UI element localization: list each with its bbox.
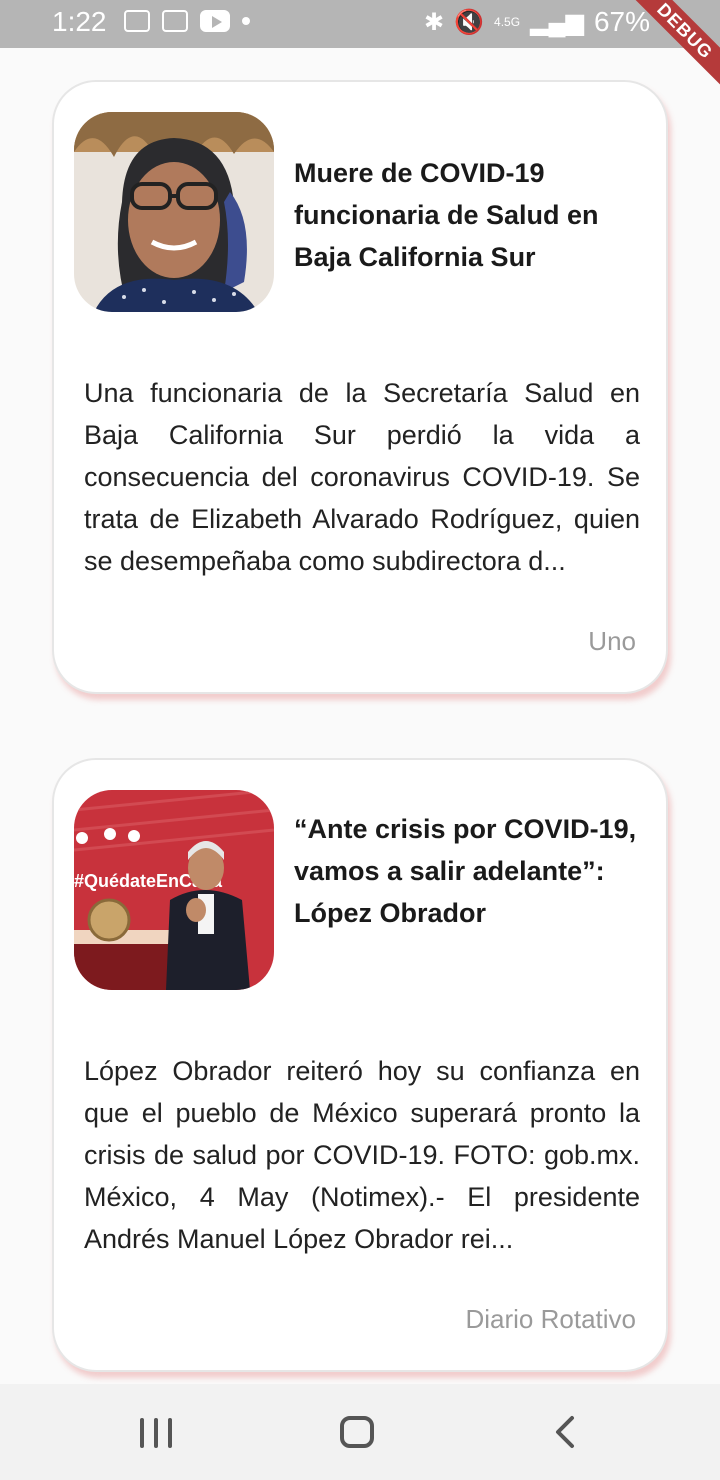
news-icon: [162, 10, 188, 32]
bluetooth-icon: ✱: [424, 8, 445, 36]
status-time: 1:22: [52, 6, 107, 37]
dot-icon: [242, 17, 250, 25]
article-title: “Ante crisis por COVID-19, vamos a salir…: [294, 814, 637, 928]
notification-icons: [124, 10, 250, 32]
article-thumbnail: [74, 112, 274, 312]
news-card[interactable]: Muere de COVID-19 funcionaria de Salud e…: [52, 80, 668, 694]
signal-icon: ▂▄▆: [530, 8, 584, 36]
article-source: Diario Rotativo: [465, 1304, 636, 1334]
home-icon[interactable]: [340, 1416, 374, 1448]
mute-icon: 🔇: [454, 8, 485, 36]
recents-icon[interactable]: [140, 1418, 172, 1448]
article-summary: López Obrador reiteró hoy su confianza e…: [84, 1056, 640, 1254]
article-summary: Una funcionaria de la Secretaría Salud e…: [84, 378, 640, 576]
system-icons: ✱ 🔇 4.5G ▂▄▆ 67%: [424, 6, 650, 38]
status-bar: 1:22 ✱ 🔇 4.5G ▂▄▆ 67% DEBUG: [0, 0, 720, 94]
battery-level: 67%: [593, 6, 650, 37]
article-thumbnail: #QuédateEnCasa: [74, 790, 274, 990]
system-nav-bar: [0, 1384, 720, 1480]
gmail-icon: [124, 10, 150, 32]
network-icon: 4.5G: [494, 15, 521, 29]
news-card[interactable]: #QuédateEnCasa “Ante crisis por COVID-19…: [52, 758, 668, 1372]
article-source: Uno: [588, 626, 636, 656]
back-icon[interactable]: [548, 1414, 584, 1450]
youtube-icon: [200, 10, 230, 32]
article-title: Muere de COVID-19 funcionaria de Salud e…: [294, 158, 599, 272]
